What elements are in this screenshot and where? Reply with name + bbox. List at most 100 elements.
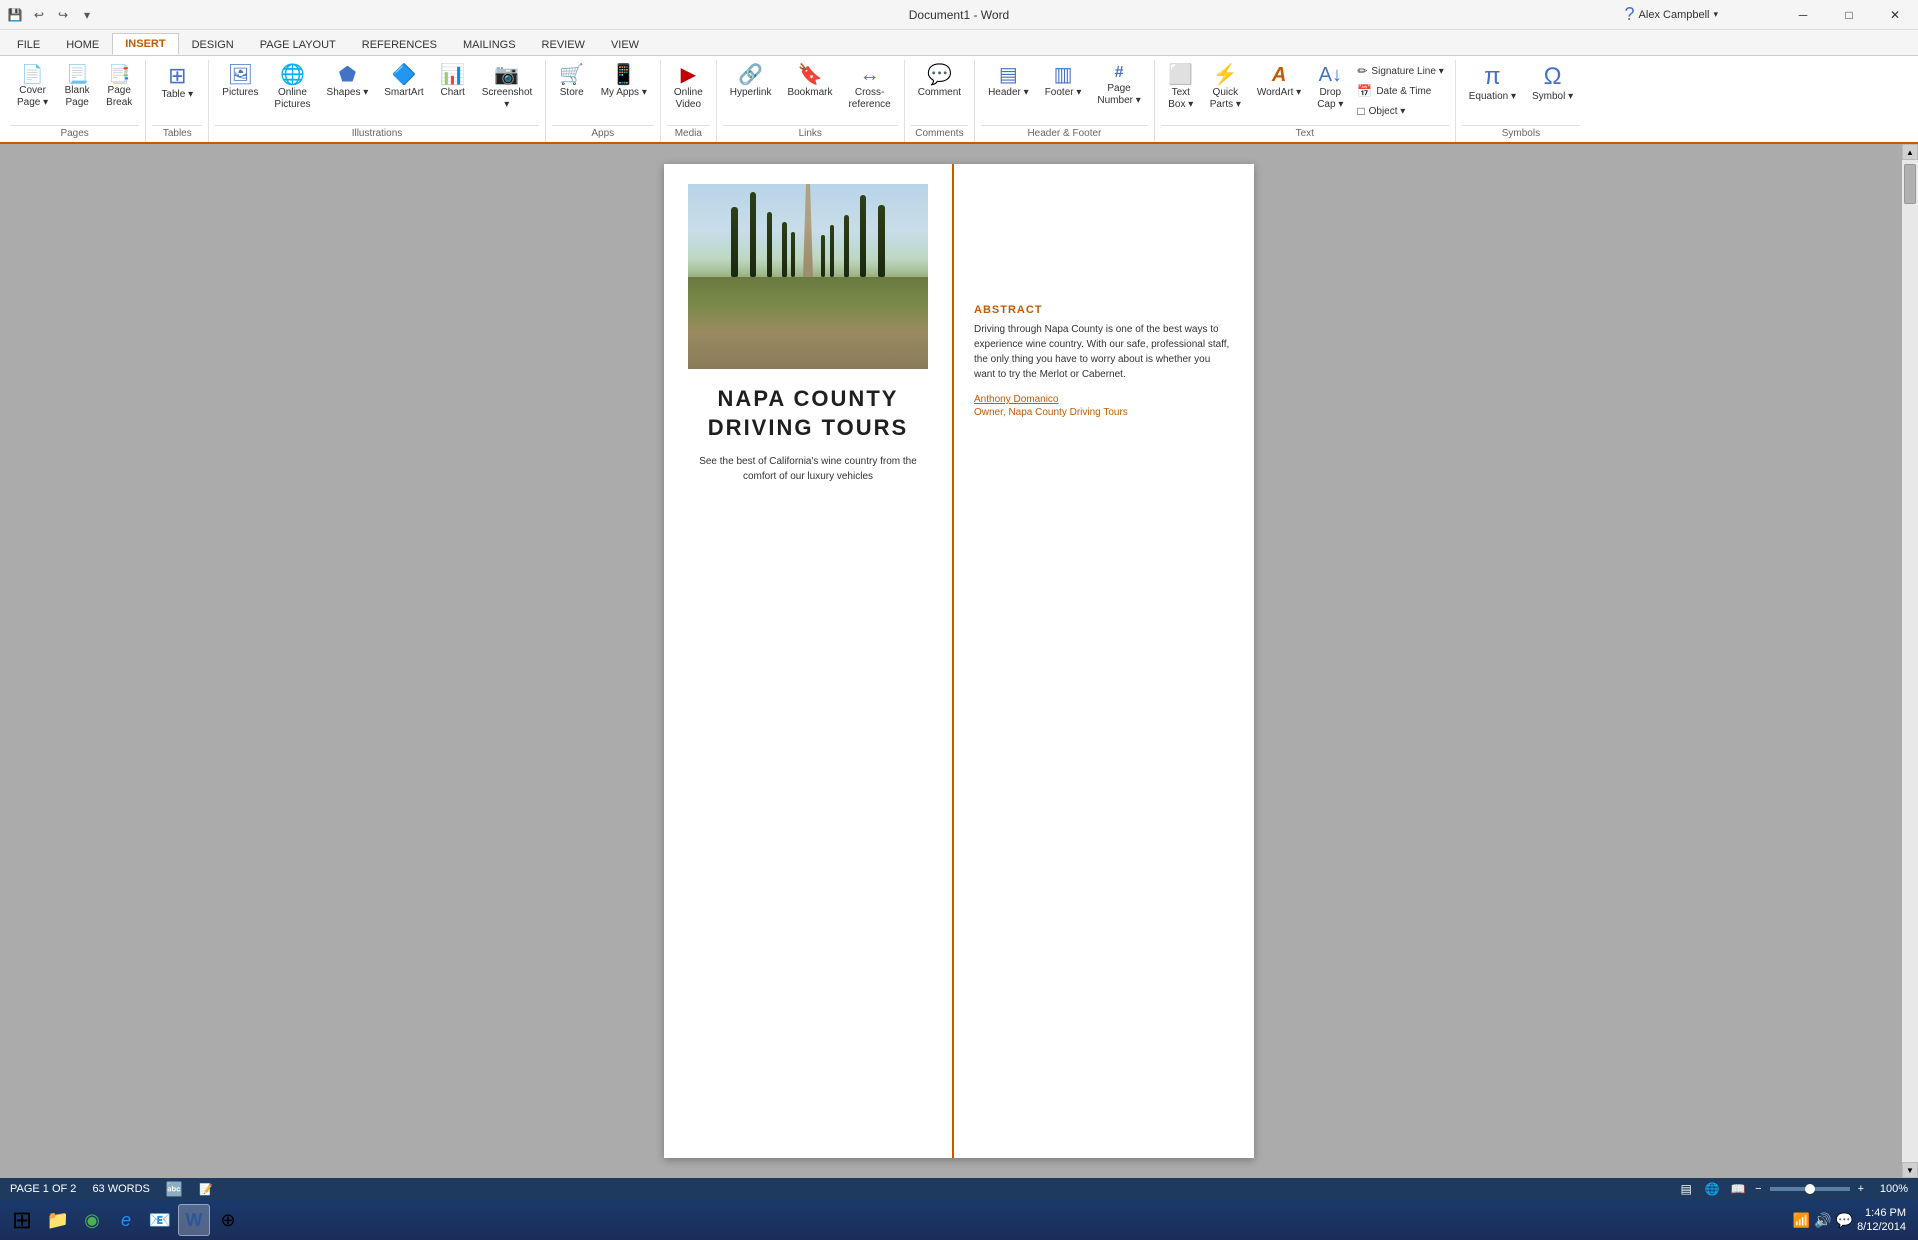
tab-page-layout[interactable]: PAGE LAYOUT: [247, 33, 349, 55]
taskbar-app-explorer[interactable]: 📁: [42, 1204, 74, 1236]
symbol-button[interactable]: Ω Symbol ▾: [1525, 60, 1580, 108]
cross-reference-label: Cross-reference: [848, 87, 890, 111]
close-button[interactable]: ✕: [1872, 0, 1918, 30]
taskbar-app-ie[interactable]: e: [110, 1204, 142, 1236]
equation-button[interactable]: π Equation ▾: [1462, 60, 1523, 108]
tables-group-label: Tables: [152, 125, 202, 142]
hyperlink-button[interactable]: 🔗 Hyperlink: [723, 60, 779, 104]
tab-insert[interactable]: INSERT: [112, 33, 178, 55]
comment-icon: 💬: [927, 65, 952, 85]
taskbar-app-chrome[interactable]: ◉: [76, 1204, 108, 1236]
page-number-icon: #: [1115, 65, 1124, 81]
tab-design[interactable]: DESIGN: [179, 33, 247, 55]
tree-2: [750, 192, 756, 277]
status-bar: PAGE 1 OF 2 63 WORDS 🔤 📝 ▤ 🌐 📖 − + 100%: [0, 1178, 1918, 1200]
footer-button[interactable]: ▥ Footer ▾: [1038, 60, 1089, 104]
my-apps-label: My Apps ▾: [601, 87, 647, 99]
zoom-out-button[interactable]: −: [1755, 1183, 1761, 1195]
blank-page-button[interactable]: 📃 BlankPage: [57, 60, 97, 114]
zoom-slider[interactable]: [1770, 1187, 1850, 1191]
ribbon-group-pages: 📄 CoverPage ▾ 📃 BlankPage 📑 PageBreak Pa…: [4, 60, 146, 142]
cover-page-button[interactable]: 📄 CoverPage ▾: [10, 60, 55, 114]
header-button[interactable]: ▤ Header ▾: [981, 60, 1036, 104]
taskbar-app-word[interactable]: W: [178, 1204, 210, 1236]
document-area[interactable]: NAPA COUNTY DRIVING TOURS See the best o…: [0, 144, 1918, 1178]
read-mode-button[interactable]: 📖: [1729, 1180, 1747, 1198]
network-icon[interactable]: 📶: [1793, 1212, 1810, 1229]
symbol-icon: Ω: [1544, 65, 1562, 89]
user-dropdown-icon[interactable]: ▾: [1713, 9, 1718, 20]
clock-date: 8/12/2014: [1857, 1220, 1906, 1234]
taskbar: ⊞ 📁 ◉ e 📧 W ⊕ 📶 🔊 💬 1:46 PM 8/12/2014: [0, 1200, 1918, 1240]
comment-button[interactable]: 💬 Comment: [911, 60, 968, 104]
wordart-button[interactable]: A WordArt ▾: [1250, 60, 1308, 104]
customize-quick-access-button[interactable]: ▾: [76, 4, 98, 26]
save-button[interactable]: 💾: [4, 4, 26, 26]
cover-page-label: CoverPage ▾: [17, 85, 48, 109]
store-icon: 🛒: [559, 65, 584, 85]
undo-button[interactable]: ↩: [28, 4, 50, 26]
page-break-button[interactable]: 📑 PageBreak: [99, 60, 139, 114]
taskbar-app-misc[interactable]: ⊕: [212, 1204, 244, 1236]
chrome-icon: ◉: [84, 1210, 100, 1231]
vertical-scrollbar[interactable]: ▲ ▼: [1902, 144, 1918, 1178]
volume-icon[interactable]: 🔊: [1814, 1212, 1831, 1229]
page-number-button[interactable]: # PageNumber ▾: [1090, 60, 1147, 112]
bookmark-button[interactable]: 🔖 Bookmark: [780, 60, 839, 104]
normal-view-button[interactable]: ▤: [1677, 1180, 1695, 1198]
my-apps-button[interactable]: 📱 My Apps ▾: [594, 60, 654, 104]
minimize-button[interactable]: ─: [1780, 0, 1826, 30]
window-title: Document1 - Word: [909, 8, 1009, 22]
smartart-button[interactable]: 🔷 SmartArt: [377, 60, 430, 104]
table-button[interactable]: ⊞ Table ▾: [152, 60, 202, 106]
redo-button[interactable]: ↪: [52, 4, 74, 26]
online-video-button[interactable]: ▶ OnlineVideo: [667, 60, 710, 116]
page-right-column: ABSTRACT Driving through Napa County is …: [954, 164, 1254, 1158]
online-pictures-icon: 🌐: [280, 65, 305, 85]
chart-button[interactable]: 📊 Chart: [433, 60, 473, 104]
bookmark-label: Bookmark: [787, 87, 832, 99]
clock[interactable]: 1:46 PM 8/12/2014: [1857, 1206, 1906, 1235]
screenshot-button[interactable]: 📷 Screenshot ▾: [475, 60, 539, 116]
web-layout-button[interactable]: 🌐: [1703, 1180, 1721, 1198]
tab-mailings[interactable]: MAILINGS: [450, 33, 529, 55]
abstract-section: ABSTRACT Driving through Napa County is …: [974, 304, 1234, 418]
start-button[interactable]: ⊞: [4, 1202, 40, 1238]
clock-time: 1:46 PM: [1857, 1206, 1906, 1220]
date-time-button[interactable]: 📅 Date & Time: [1352, 82, 1448, 100]
tree-9: [830, 225, 834, 277]
overtype-toggle[interactable]: 📝: [199, 1183, 213, 1196]
zoom-thumb[interactable]: [1805, 1184, 1815, 1194]
tab-references[interactable]: REFERENCES: [349, 33, 450, 55]
signature-line-button[interactable]: ✏ Signature Line ▾: [1352, 62, 1448, 80]
object-button[interactable]: □ Object ▾: [1352, 102, 1448, 120]
taskbar-app-outlook[interactable]: 📧: [144, 1204, 176, 1236]
tab-home[interactable]: HOME: [53, 33, 112, 55]
text-box-button[interactable]: ⬜ TextBox ▾: [1161, 60, 1201, 116]
tree-8: [844, 215, 849, 277]
tab-review[interactable]: REVIEW: [529, 33, 598, 55]
title-line2: DRIVING TOURS: [708, 415, 908, 440]
drop-cap-button[interactable]: A↓ DropCap ▾: [1310, 60, 1350, 116]
quick-parts-button[interactable]: ⚡ QuickParts ▾: [1203, 60, 1248, 116]
scroll-thumb[interactable]: [1904, 164, 1916, 204]
wordart-icon: A: [1272, 65, 1286, 85]
signature-line-icon: ✏: [1357, 64, 1367, 78]
maximize-button[interactable]: □: [1826, 0, 1872, 30]
store-button[interactable]: 🛒 Store: [552, 60, 592, 104]
smartart-icon: 🔷: [392, 65, 417, 85]
tab-view[interactable]: VIEW: [598, 33, 652, 55]
pictures-button[interactable]: 🖼 Pictures: [215, 60, 265, 104]
shapes-button[interactable]: ⬟ Shapes ▾: [320, 60, 376, 104]
zoom-in-button[interactable]: +: [1858, 1183, 1864, 1195]
language-check-icon[interactable]: 🔤: [166, 1181, 183, 1198]
online-pictures-button[interactable]: 🌐 OnlinePictures: [267, 60, 317, 116]
scroll-up-arrow[interactable]: ▲: [1902, 144, 1918, 160]
scroll-down-arrow[interactable]: ▼: [1902, 1162, 1918, 1178]
misc-icon: ⊕: [220, 1210, 235, 1231]
cross-reference-button[interactable]: ↔ Cross-reference: [841, 60, 897, 116]
tab-file[interactable]: FILE: [4, 33, 53, 55]
date-time-label: Date & Time: [1376, 86, 1431, 97]
taskbar-right: 📶 🔊 💬 1:46 PM 8/12/2014: [1793, 1206, 1914, 1235]
notification-icon[interactable]: 💬: [1836, 1212, 1853, 1229]
